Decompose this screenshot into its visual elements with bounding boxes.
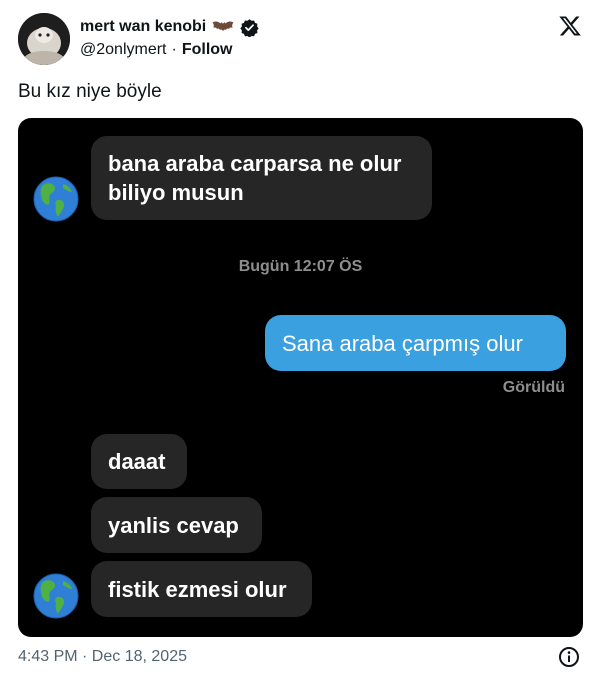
tweet-timestamp[interactable]: 4:43 PM · Dec 18, 2025 xyxy=(18,648,187,666)
follow-button[interactable]: Follow xyxy=(182,41,233,59)
verified-badge-icon xyxy=(240,18,259,38)
separator-dot: · xyxy=(171,41,177,58)
outgoing-message-bubble[interactable]: Sana araba çarpmış olur xyxy=(265,315,566,371)
seen-status: Görüldü xyxy=(502,379,565,396)
message-text: yanlis cevap xyxy=(108,512,239,538)
chat-time-divider: Bugün 12:07 ÖS xyxy=(238,258,363,275)
message-text: daaat xyxy=(108,449,166,474)
message-text: bana araba carparsa ne olur biliyo musun xyxy=(108,151,402,205)
incoming-message-bubble[interactable]: daaat xyxy=(91,434,187,489)
info-icon[interactable] xyxy=(558,646,580,668)
globe-earth-americas-icon xyxy=(33,573,79,619)
author-handle[interactable]: @2onlymert xyxy=(80,41,167,59)
author-handle-row: @2onlymert · Follow xyxy=(80,40,232,60)
incoming-message-bubble[interactable]: bana araba carparsa ne olur biliyo musun xyxy=(91,136,432,220)
tweet-text: Bu kız niye böyle xyxy=(18,81,162,102)
message-text: Sana araba çarpmış olur xyxy=(282,330,523,356)
chat-screenshot[interactable]: bana araba carparsa ne olur biliyo musun… xyxy=(18,118,583,637)
author-name-row: mert wan kenobi xyxy=(80,17,259,38)
incoming-message-bubble[interactable]: yanlis cevap xyxy=(91,497,262,553)
x-logo-icon[interactable] xyxy=(558,14,582,38)
bat-emoji-icon xyxy=(212,20,234,34)
tweet-card: mert wan kenobi @2onlymert · Follow Bu k… xyxy=(0,0,600,687)
author-avatar[interactable] xyxy=(18,13,70,65)
author-display-name[interactable]: mert wan kenobi xyxy=(80,18,206,36)
globe-earth-americas-icon xyxy=(33,176,79,222)
message-text: fistik ezmesi olur xyxy=(108,576,287,602)
incoming-message-bubble[interactable]: fistik ezmesi olur xyxy=(91,561,312,617)
